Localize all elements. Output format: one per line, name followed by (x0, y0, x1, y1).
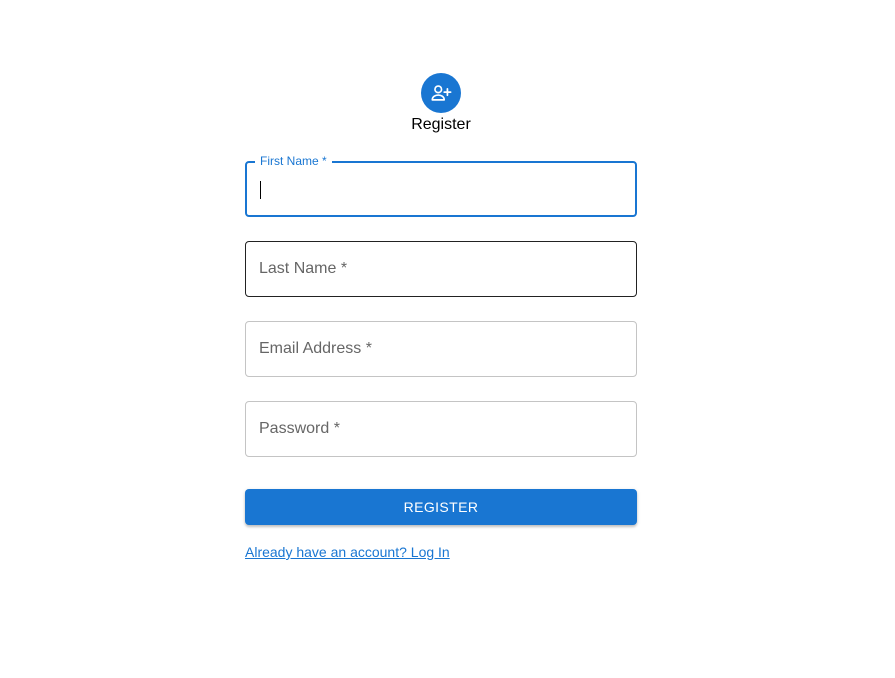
person-add-icon (430, 82, 452, 104)
email-label: Email Address * (259, 340, 372, 357)
password-field[interactable]: Password * (245, 401, 637, 457)
register-page: Register First Name * Last Name * Email … (0, 0, 895, 678)
password-label: Password * (259, 420, 340, 437)
first-name-label: First Name * (255, 154, 332, 168)
last-name-label: Last Name * (259, 260, 348, 277)
last-name-field[interactable]: Last Name * (245, 241, 637, 297)
login-link[interactable]: Already have an account? Log In (245, 544, 450, 560)
avatar (421, 73, 461, 113)
text-cursor (260, 181, 261, 199)
page-title: Register (411, 116, 471, 133)
first-name-field[interactable]: First Name * (245, 154, 637, 217)
register-button[interactable]: REGISTER (245, 489, 637, 525)
email-field[interactable]: Email Address * (245, 321, 637, 377)
